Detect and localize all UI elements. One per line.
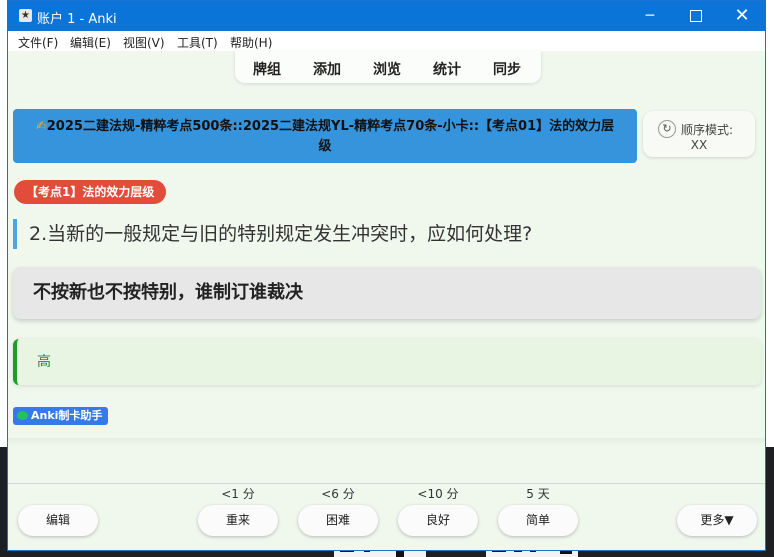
content-divider xyxy=(8,438,765,446)
easy-button[interactable]: 简单 xyxy=(498,505,578,536)
writing-hand-icon: ✍ xyxy=(35,119,47,134)
question-text: 2.当新的一般规定与旧的特别规定发生冲突时，应如何处理? xyxy=(13,219,532,249)
good-interval: <10 分 xyxy=(417,487,459,501)
menu-help[interactable]: 帮助(H) xyxy=(230,34,272,51)
toolbar-add[interactable]: 添加 xyxy=(313,59,341,79)
menu-tools[interactable]: 工具(T) xyxy=(177,34,218,51)
again-interval: <1 分 xyxy=(221,487,255,501)
maximize-icon xyxy=(690,10,702,22)
topic-tag-badge: 【考点1】法的效力层级 xyxy=(14,180,167,204)
anki-window: ★ 账户 1 - Anki ─ ✕ 文件(F) 编辑(E) 视图(V) 工具(T… xyxy=(7,0,766,551)
refresh-icon: ↻ xyxy=(658,120,676,138)
menu-view[interactable]: 视图(V) xyxy=(123,34,165,51)
helper-badge[interactable]: Anki制卡助手 xyxy=(13,407,109,425)
menu-file[interactable]: 文件(F) xyxy=(18,34,58,51)
close-button[interactable]: ✕ xyxy=(719,1,765,31)
toolbar-sync[interactable]: 同步 xyxy=(493,59,521,79)
helper-badge-label: Anki制卡助手 xyxy=(31,409,103,422)
deck-title-bar: ✍2025二建法规-精粹考点500条::2025二建法规YL-精粹考点70条-小… xyxy=(13,109,637,163)
review-bottom-bar: 编辑 <1 分 重来 <6 分 困难 <10 分 良好 5 天 简单 更多▼ xyxy=(8,483,765,550)
order-mode-value: XX xyxy=(690,138,708,152)
window-title: 账户 1 - Anki xyxy=(37,12,117,27)
toolbar-stats[interactable]: 统计 xyxy=(433,59,461,79)
edit-button[interactable]: 编辑 xyxy=(18,505,98,536)
importance-level-card: 高 xyxy=(13,339,761,385)
menu-bar: 文件(F) 编辑(E) 视图(V) 工具(T) 帮助(H) xyxy=(8,31,765,51)
title-bar: ★ 账户 1 - Anki ─ ✕ xyxy=(8,1,765,31)
deck-title: 2025二建法规-精粹考点500条::2025二建法规YL-精粹考点70条-小卡… xyxy=(46,119,615,154)
easy-interval: 5 天 xyxy=(526,487,550,501)
toolbar-browse[interactable]: 浏览 xyxy=(373,59,401,79)
order-mode-button[interactable]: ↻ 顺序模式: XX xyxy=(643,111,755,157)
anki-icon: ★ xyxy=(19,9,32,22)
main-toolbar: 牌组 添加 浏览 统计 同步 xyxy=(235,51,541,83)
importance-level-text: 高 xyxy=(37,354,51,370)
order-mode-label: 顺序模式: xyxy=(681,123,734,137)
menu-edit[interactable]: 编辑(E) xyxy=(70,34,111,51)
again-button[interactable]: 重来 xyxy=(198,505,278,536)
wechat-icon xyxy=(17,411,28,420)
answer-text: 不按新也不按特别，谁制订谁裁决 xyxy=(33,282,303,303)
answer-card: 不按新也不按特别，谁制订谁裁决 xyxy=(13,267,761,319)
hard-button[interactable]: 困难 xyxy=(298,505,378,536)
minimize-button[interactable]: ─ xyxy=(627,1,673,31)
good-button[interactable]: 良好 xyxy=(398,505,478,536)
toolbar-decks[interactable]: 牌组 xyxy=(253,59,281,79)
maximize-button[interactable] xyxy=(673,1,719,31)
hard-interval: <6 分 xyxy=(321,487,355,501)
more-button[interactable]: 更多▼ xyxy=(677,505,757,536)
